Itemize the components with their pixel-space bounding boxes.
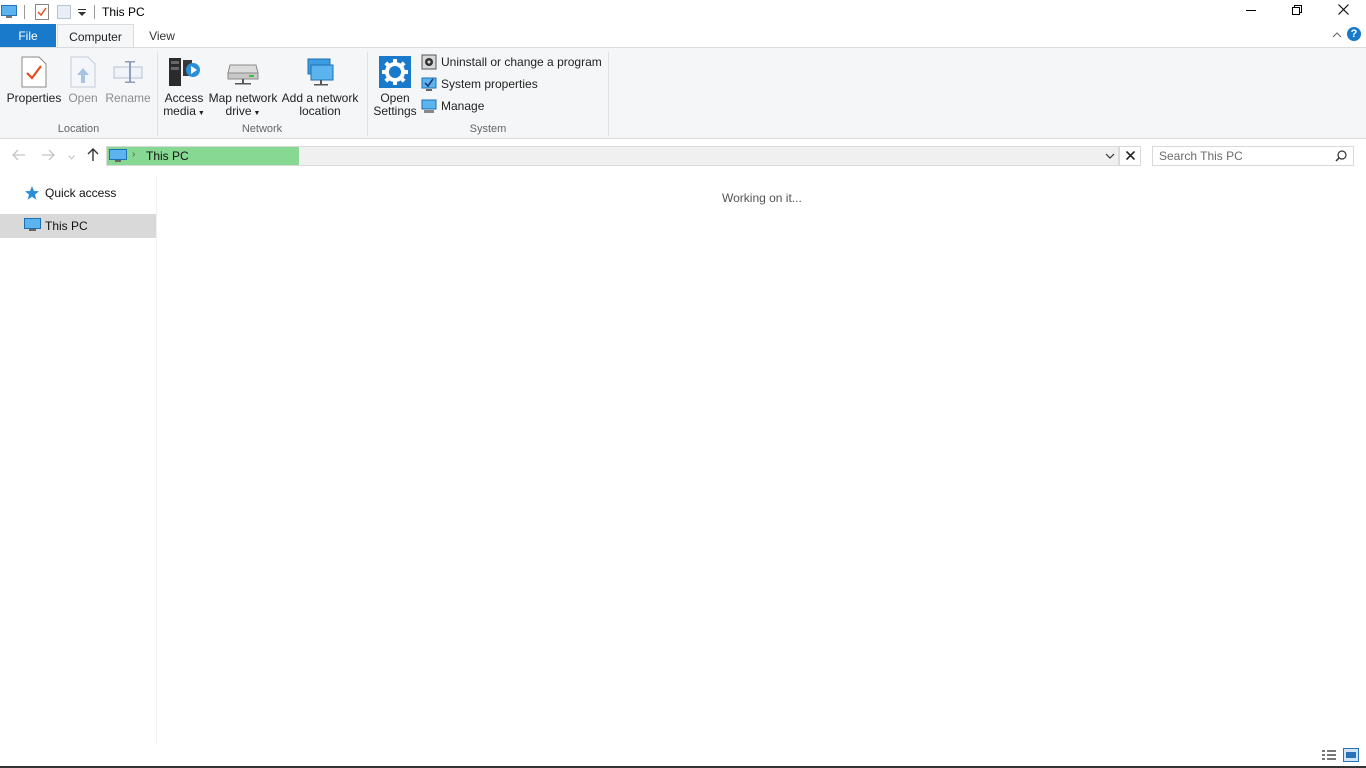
title-bar: This PC: [0, 0, 1366, 24]
arrow-up-icon: [87, 147, 99, 165]
forward-button[interactable]: [40, 148, 56, 164]
help-icon[interactable]: ?: [1347, 27, 1361, 41]
breadcrumb-this-pc[interactable]: This PC: [146, 149, 189, 163]
details-view-icon[interactable]: [1321, 748, 1337, 765]
arrow-right-icon: [41, 149, 55, 164]
open-settings-button[interactable]: Open Settings: [372, 52, 418, 118]
star-icon: [24, 185, 40, 204]
properties-quick-icon[interactable]: [35, 4, 49, 20]
access-media-label-line2: media: [163, 104, 196, 118]
tab-view[interactable]: View: [140, 24, 184, 47]
minimize-button[interactable]: [1228, 0, 1274, 22]
tab-computer[interactable]: Computer: [57, 24, 134, 48]
status-bar: [0, 744, 1366, 766]
manage-button[interactable]: Manage: [421, 97, 484, 115]
loading-status-text: Working on it...: [722, 191, 802, 205]
back-button[interactable]: [11, 148, 27, 164]
close-icon: [1337, 4, 1349, 18]
close-icon: [1125, 149, 1135, 163]
group-divider: [608, 52, 609, 136]
properties-label: Properties: [6, 91, 62, 105]
system-properties-label: System properties: [441, 77, 538, 91]
search-box[interactable]: [1152, 146, 1354, 166]
map-drive-label-line2: drive: [225, 104, 252, 118]
manage-icon: [421, 98, 437, 114]
network-drive-icon: [227, 52, 259, 92]
stop-loading-button[interactable]: [1119, 146, 1141, 166]
rename-button[interactable]: Rename: [105, 52, 151, 105]
tab-file[interactable]: File: [0, 24, 56, 47]
window-title: This PC: [102, 5, 145, 19]
search-input[interactable]: [1159, 149, 1329, 163]
media-server-icon: [167, 52, 201, 92]
open-settings-label-line2: Settings: [373, 104, 417, 118]
open-button[interactable]: Open: [66, 52, 100, 105]
map-network-drive-button[interactable]: Map network drive ▼: [207, 52, 279, 120]
dropdown-arrow-icon: ▼: [197, 110, 205, 117]
group-label-network: Network: [241, 123, 283, 135]
ribbon-tabs: File Computer View ?: [0, 24, 1366, 48]
file-list-area[interactable]: Working on it...: [158, 176, 1366, 744]
rename-label: Rename: [105, 91, 151, 105]
collapse-ribbon-icon[interactable]: [1332, 28, 1342, 42]
dropdown-arrow-icon: ▼: [253, 110, 261, 117]
new-folder-quick-icon[interactable]: [57, 4, 71, 20]
toolbar-divider: [94, 5, 95, 19]
open-icon: [70, 52, 96, 92]
system-properties-button[interactable]: System properties: [421, 75, 538, 93]
customize-toolbar-icon[interactable]: [77, 7, 87, 17]
computer-icon: [24, 218, 41, 235]
toolbar-divider: [24, 5, 25, 19]
restore-button[interactable]: [1274, 0, 1320, 22]
arrow-left-icon: [12, 149, 26, 164]
navigation-pane: Quick access This PC: [0, 176, 157, 744]
address-toolbar: › This PC: [0, 140, 1366, 172]
manage-label: Manage: [441, 99, 485, 113]
uninstall-program-button[interactable]: Uninstall or change a program: [421, 53, 602, 71]
network-location-icon: [304, 52, 336, 92]
window-controls: [1228, 0, 1366, 22]
add-location-label-line2: location: [299, 104, 341, 118]
properties-button[interactable]: Properties: [6, 52, 62, 105]
ribbon-panel: Properties Open Rename Location Access m…: [0, 47, 1366, 139]
add-network-location-button[interactable]: Add a network location: [281, 52, 359, 118]
quick-access-toolbar: [0, 0, 102, 24]
computer-icon: [109, 149, 127, 166]
properties-icon: [21, 52, 47, 92]
minimize-icon: [1246, 4, 1256, 18]
nav-item-this-pc[interactable]: This PC: [0, 214, 156, 238]
open-label: Open: [68, 91, 98, 105]
rename-icon: [113, 52, 143, 92]
nav-item-label: Quick access: [45, 186, 117, 200]
gear-icon: [379, 52, 411, 92]
group-label-location: Location: [57, 123, 100, 135]
system-properties-icon: [421, 76, 437, 92]
address-history-icon[interactable]: [1105, 150, 1115, 164]
up-button[interactable]: [85, 147, 101, 165]
close-button[interactable]: [1320, 0, 1366, 22]
address-bar[interactable]: › This PC: [106, 146, 1119, 166]
uninstall-label: Uninstall or change a program: [441, 55, 602, 69]
chevron-down-icon: [67, 149, 75, 163]
recent-locations-button[interactable]: [66, 148, 76, 164]
restore-icon: [1292, 4, 1302, 18]
nav-item-label: This PC: [45, 219, 88, 233]
access-media-button[interactable]: Access media ▼: [162, 52, 206, 120]
large-icons-view-icon[interactable]: [1343, 748, 1359, 765]
programs-icon: [421, 54, 437, 70]
nav-item-quick-access[interactable]: Quick access: [0, 181, 156, 205]
address-highlight: [107, 147, 299, 165]
breadcrumb-separator-icon[interactable]: ›: [132, 149, 135, 160]
computer-icon: [1, 5, 17, 19]
search-icon[interactable]: [1335, 150, 1347, 165]
group-label-system: System: [469, 123, 507, 135]
